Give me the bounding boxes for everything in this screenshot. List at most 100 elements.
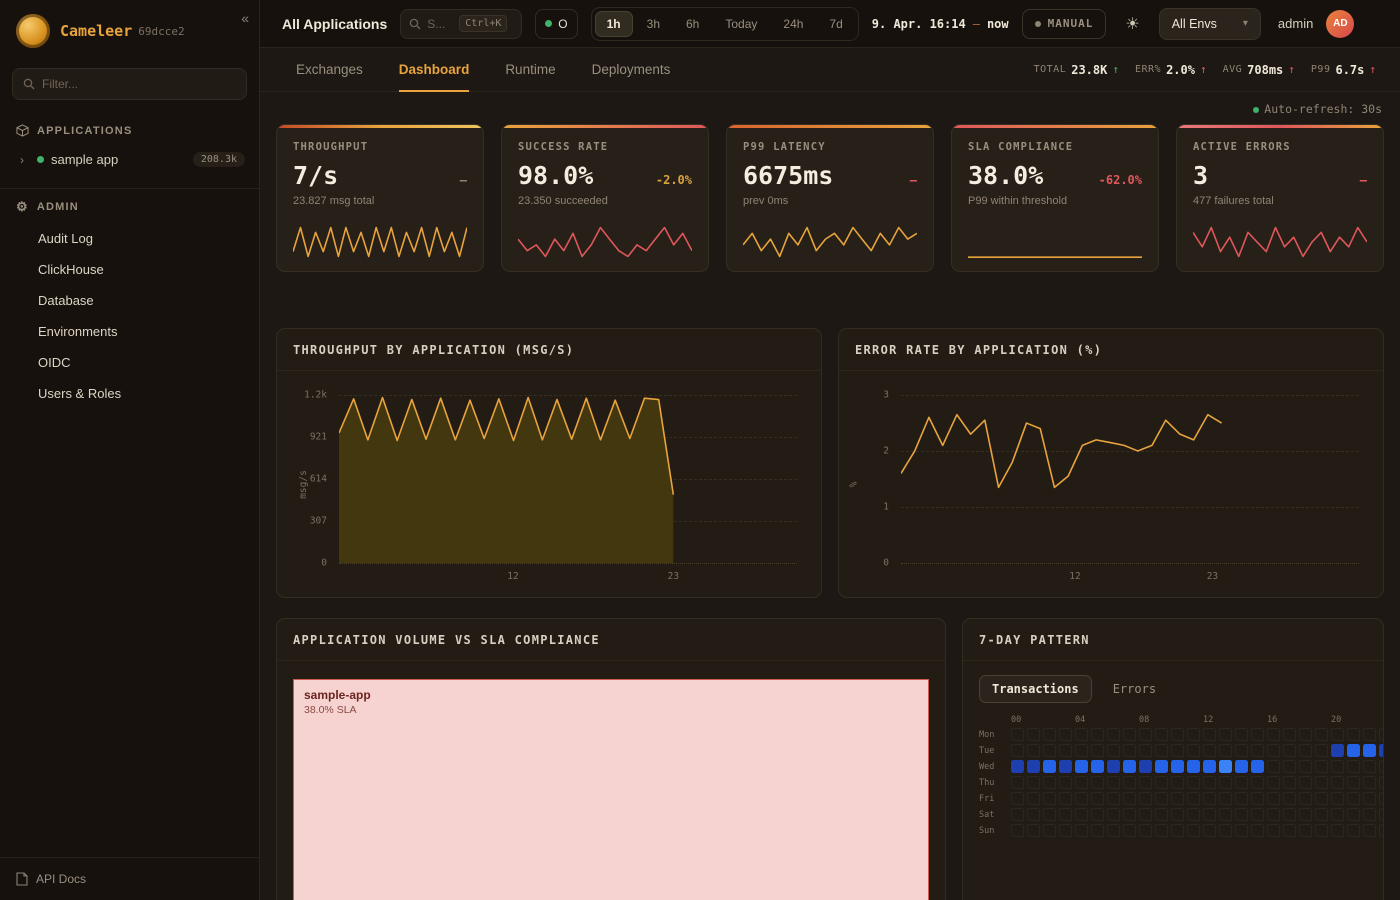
tab-exchanges[interactable]: Exchanges [296,48,363,92]
heatmap-cell[interactable] [1283,792,1296,805]
heatmap-cell[interactable] [1011,744,1024,757]
heatmap-cell[interactable] [1011,776,1024,789]
heatmap-cell[interactable] [1123,728,1136,741]
sidebar-item-audit-log[interactable]: Audit Log [0,223,259,254]
heatmap-cell[interactable] [1379,728,1384,741]
heatmap-cell[interactable] [1027,760,1040,773]
heatmap-cell[interactable] [1091,808,1104,821]
heatmap-cell[interactable] [1187,760,1200,773]
heatmap-cell[interactable] [1187,776,1200,789]
heatmap-cell[interactable] [1091,824,1104,837]
heatmap-cell[interactable] [1187,744,1200,757]
heatmap-cell[interactable] [1059,744,1072,757]
heatmap-cell[interactable] [1059,760,1072,773]
heatmap-cell[interactable] [1187,824,1200,837]
time-range-3h[interactable]: 3h [635,11,672,37]
api-docs-link[interactable]: API Docs [0,857,259,900]
time-range-today[interactable]: Today [713,11,769,37]
heatmap-cell[interactable] [1075,792,1088,805]
heatmap-cell[interactable] [1011,824,1024,837]
heatmap-cell[interactable] [1363,792,1376,805]
heatmap-cell[interactable] [1171,808,1184,821]
heatmap-cell[interactable] [1235,776,1248,789]
heatmap-cell[interactable] [1187,808,1200,821]
sidebar-collapse-button[interactable]: « [241,10,249,26]
heatmap-cell[interactable] [1267,760,1280,773]
heatmap-cell[interactable] [1139,808,1152,821]
heatmap-cell[interactable] [1219,744,1232,757]
heatmap-cell[interactable] [1251,808,1264,821]
heatmap-cell[interactable] [1235,744,1248,757]
heatmap-cell[interactable] [1187,728,1200,741]
heatmap-cell[interactable] [1363,760,1376,773]
heatmap-cell[interactable] [1043,776,1056,789]
tab-deployments[interactable]: Deployments [592,48,671,92]
heatmap-cell[interactable] [1363,808,1376,821]
heatmap-cell[interactable] [1123,824,1136,837]
heatmap-cell[interactable] [1171,792,1184,805]
heatmap-tab-transactions[interactable]: Transactions [979,675,1092,703]
heatmap-cell[interactable] [1171,744,1184,757]
heatmap-cell[interactable] [1283,824,1296,837]
heatmap-cell[interactable] [1219,776,1232,789]
heatmap-cell[interactable] [1331,792,1344,805]
heatmap-cell[interactable] [1171,776,1184,789]
heatmap-cell[interactable] [1155,824,1168,837]
heatmap-cell[interactable] [1011,792,1024,805]
tab-runtime[interactable]: Runtime [505,48,555,92]
heatmap-cell[interactable] [1331,728,1344,741]
heatmap-cell[interactable] [1315,824,1328,837]
heatmap-cell[interactable] [1027,792,1040,805]
date-range-display[interactable]: 9. Apr. 16:14 – now [872,17,1009,31]
heatmap-cell[interactable] [1123,808,1136,821]
heatmap-cell[interactable] [1203,792,1216,805]
heatmap-tab-errors[interactable]: Errors [1100,675,1169,703]
heatmap-cell[interactable] [1043,824,1056,837]
heatmap-cell[interactable] [1251,728,1264,741]
environment-select[interactable]: All Envs ▾ [1159,8,1261,40]
heatmap-cell[interactable] [1347,776,1360,789]
heatmap-cell[interactable] [1043,760,1056,773]
heatmap-cell[interactable] [1315,776,1328,789]
heatmap-cell[interactable] [1171,728,1184,741]
heatmap-cell[interactable] [1315,808,1328,821]
filter-input[interactable] [42,77,236,91]
heatmap-cell[interactable] [1331,744,1344,757]
heatmap-cell[interactable] [1251,792,1264,805]
heatmap-cell[interactable] [1379,776,1384,789]
heatmap-cell[interactable] [1347,792,1360,805]
global-search[interactable]: Ctrl+K [400,9,522,39]
heatmap-cell[interactable] [1203,744,1216,757]
heatmap-cell[interactable] [1107,824,1120,837]
heatmap-cell[interactable] [1299,808,1312,821]
heatmap-cell[interactable] [1203,776,1216,789]
heatmap-cell[interactable] [1123,744,1136,757]
heatmap-cell[interactable] [1235,728,1248,741]
heatmap-cell[interactable] [1027,776,1040,789]
heatmap-cell[interactable] [1139,744,1152,757]
heatmap-cell[interactable] [1139,792,1152,805]
heatmap-cell[interactable] [1347,824,1360,837]
heatmap-cell[interactable] [1379,760,1384,773]
heatmap-cell[interactable] [1203,760,1216,773]
heatmap-cell[interactable] [1091,728,1104,741]
heatmap-cell[interactable] [1299,792,1312,805]
search-input[interactable] [427,17,453,31]
heatmap-cell[interactable] [1059,808,1072,821]
heatmap-cell[interactable] [1267,728,1280,741]
heatmap-cell[interactable] [1075,776,1088,789]
tab-dashboard[interactable]: Dashboard [399,48,470,92]
heatmap-cell[interactable] [1251,824,1264,837]
heatmap-cell[interactable] [1299,776,1312,789]
heatmap-cell[interactable] [1315,728,1328,741]
heatmap-cell[interactable] [1235,824,1248,837]
heatmap-cell[interactable] [1347,760,1360,773]
sidebar-item-database[interactable]: Database [0,285,259,316]
heatmap-cell[interactable] [1235,792,1248,805]
heatmap-cell[interactable] [1331,808,1344,821]
heatmap-cell[interactable] [1251,760,1264,773]
heatmap-cell[interactable] [1283,776,1296,789]
heatmap-cell[interactable] [1123,792,1136,805]
live-status-pill[interactable]: O [535,9,577,39]
heatmap-cell[interactable] [1171,824,1184,837]
